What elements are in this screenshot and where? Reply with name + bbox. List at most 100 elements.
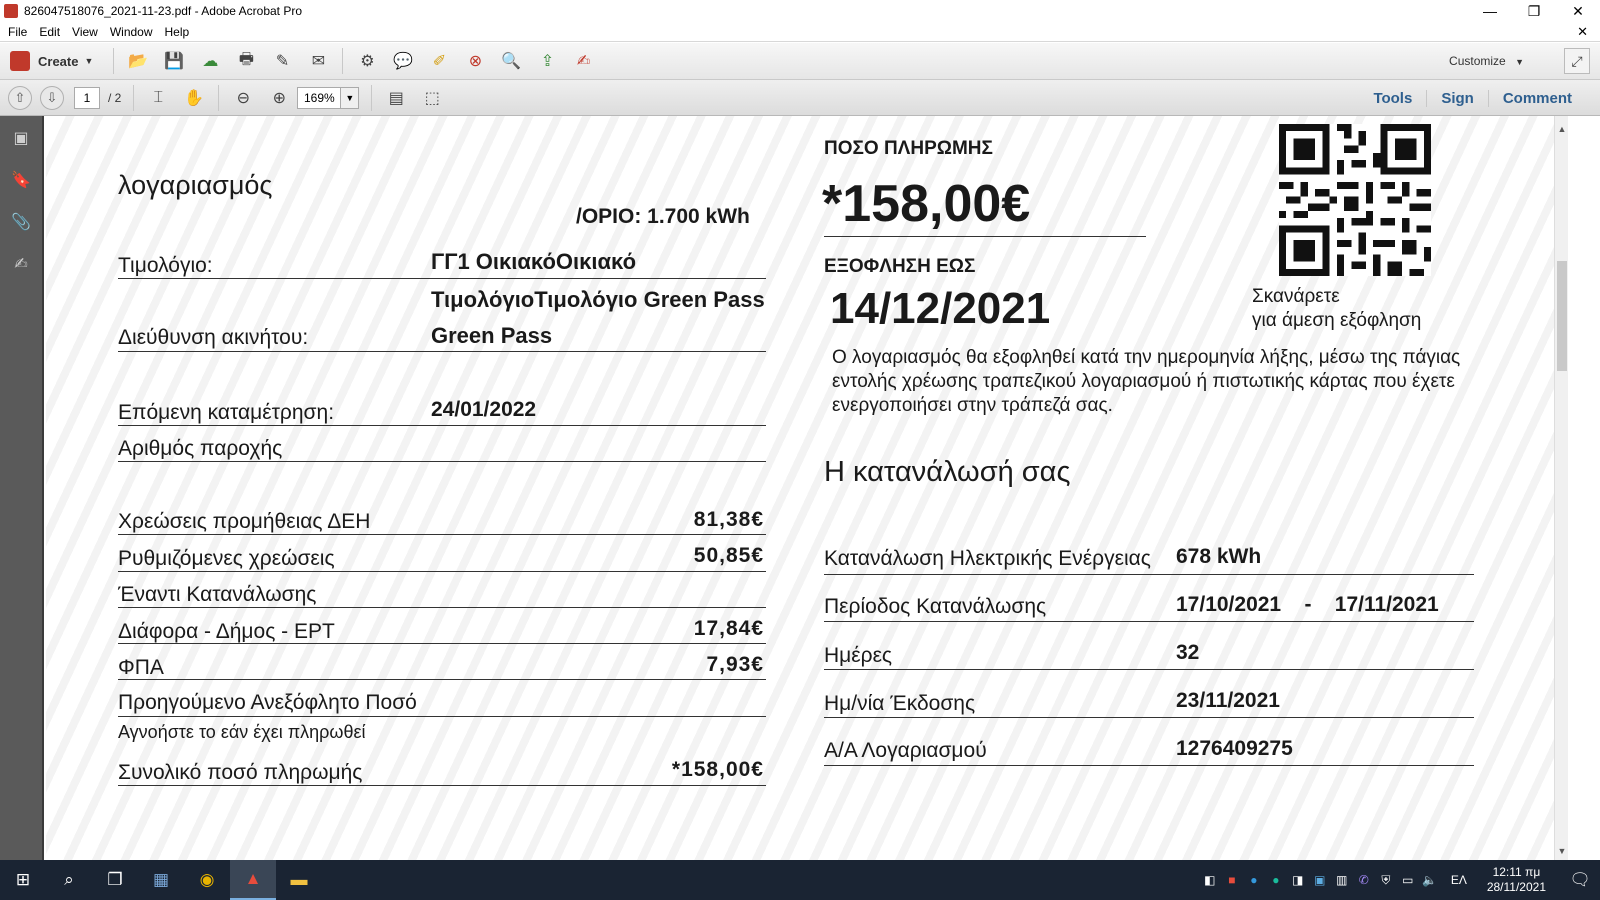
menu-window[interactable]: Window (110, 25, 153, 39)
fullscreen-icon[interactable]: ⤢ (1564, 48, 1590, 74)
zoom-in-icon[interactable]: ⊕ (266, 85, 292, 111)
menu-file[interactable]: File (8, 25, 27, 39)
print-icon[interactable]: 🖶 (233, 48, 259, 74)
chrome-icon[interactable]: ◉ (184, 860, 230, 900)
separator (371, 84, 373, 111)
consumption-value: 1276409275 (1176, 737, 1293, 760)
main-toolbar: Create ▼ 📂 💾 ☁ 🖶 ✎ ✉ ⚙ 💬 ✐ ⊗ 🔍 ⇪ ✍ Custo… (0, 43, 1600, 80)
customize-dropdown[interactable]: Customize ▼ (1449, 54, 1524, 68)
settings-icon[interactable]: ⚙ (354, 48, 380, 74)
bill-title: λογαριασμός (118, 170, 273, 200)
scroll-up-icon[interactable]: ▲ (1555, 124, 1569, 134)
window-controls: — ❐ ✕ (1468, 0, 1600, 22)
calculator-icon[interactable]: ▦ (138, 860, 184, 900)
consumption-label: Α/Α Λογαριασμού (824, 739, 987, 762)
select-cursor-icon[interactable]: ⌶ (145, 85, 171, 111)
consumption-value: 678 kWh (1176, 545, 1262, 568)
highlight-icon[interactable]: ✐ (426, 48, 452, 74)
tray-app-icon[interactable]: ● (1265, 873, 1287, 887)
viber-icon[interactable]: ✆ (1353, 873, 1375, 887)
payment-qr-code[interactable] (1278, 124, 1432, 276)
charge-label: Ρυθμιζόμενες χρεώσεις (118, 547, 335, 570)
divider (118, 278, 766, 279)
close-document-icon[interactable]: ✕ (1577, 24, 1588, 40)
email-icon[interactable]: ✉ (305, 48, 331, 74)
vertical-scrollbar[interactable]: ▲ ▼ (1554, 116, 1568, 860)
scrollbar-thumb[interactable] (1557, 261, 1567, 371)
separator (218, 84, 220, 111)
minimize-button[interactable]: — (1468, 0, 1512, 22)
zoom-input[interactable]: 169% (297, 86, 342, 109)
navigation-toolbar: ⇧ ⇩ 1 / 2 ⌶ ✋ ⊖ ⊕ 169% ▼ ▤ ⬚ Tools Sign … (0, 80, 1600, 116)
search-document-icon[interactable]: 🔍 (498, 48, 524, 74)
divider (118, 607, 766, 608)
search-icon[interactable]: ⌕ (46, 860, 92, 900)
tray-app-icon[interactable]: ◨ (1287, 873, 1309, 887)
bookmarks-icon[interactable]: 🔖 (10, 170, 32, 192)
notifications-icon[interactable]: 🗨 (1560, 860, 1600, 900)
comment-bubble-icon[interactable]: 💬 (390, 48, 416, 74)
hand-tool-icon[interactable]: ✋ (181, 85, 207, 111)
tray-app-icon[interactable]: ▣ (1309, 873, 1331, 887)
consumption-label: Περίοδος Κατανάλωσης (824, 595, 1047, 618)
comment-link[interactable]: Comment (1487, 89, 1586, 107)
restore-button[interactable]: ❐ (1512, 0, 1556, 22)
charge-label: Χρεώσεις προμήθειας ΔΕΗ (118, 510, 371, 533)
zoom-dropdown-icon[interactable]: ▼ (341, 86, 360, 109)
menu-help[interactable]: Help (165, 25, 190, 39)
address-label: Διεύθυνση ακινήτου: (118, 326, 309, 349)
edit-icon[interactable]: ✎ (269, 48, 295, 74)
tray-app-icon[interactable]: ■ (1221, 873, 1243, 887)
acrobat-taskbar-icon[interactable]: ▲ (230, 860, 276, 900)
attachments-icon[interactable]: 📎 (10, 212, 32, 234)
charge-label: Προηγούμενο Ανεξόφλητο Ποσό (118, 691, 417, 714)
tray-app-icon[interactable]: ▥ (1331, 873, 1353, 887)
fit-page-icon[interactable]: ▤ (383, 85, 409, 111)
payment-amount-label: ΠΟΣΟ ΠΛΗΡΩΜΗΣ (824, 138, 993, 159)
task-view-icon[interactable]: ❐ (92, 860, 138, 900)
security-shield-icon[interactable]: ⛨ (1375, 873, 1397, 888)
due-date-value: 14/12/2021 (830, 284, 1051, 333)
divider (824, 669, 1474, 670)
tray-app-icon[interactable]: ◧ (1199, 873, 1221, 887)
previous-page-icon[interactable]: ⇧ (8, 85, 32, 110)
signatures-icon[interactable]: ✍ (10, 254, 32, 276)
page-number-input[interactable]: 1 (74, 86, 100, 109)
start-button-icon[interactable]: ⊞ (0, 860, 46, 900)
scroll-down-icon[interactable]: ▼ (1555, 846, 1569, 856)
create-button[interactable]: Create ▼ (10, 51, 93, 71)
cloud-upload-icon[interactable]: ☁ (197, 48, 223, 74)
sign-link[interactable]: Sign (1426, 89, 1488, 107)
clock[interactable]: 12:11 πμ 28/11/2021 (1487, 865, 1546, 895)
next-page-icon[interactable]: ⇩ (40, 85, 64, 110)
address-value: Green Pass (431, 323, 553, 348)
menu-edit[interactable]: Edit (39, 25, 60, 39)
open-folder-icon[interactable]: 📂 (125, 48, 151, 74)
document-view[interactable]: λογαριασμός /ΟΡΙΟ: 1.700 kWh Τιμολόγιο: … (46, 116, 1554, 860)
create-pdf-icon (10, 51, 30, 71)
tools-link[interactable]: Tools (1359, 90, 1426, 107)
charge-value: 7,93€ (706, 653, 764, 676)
sign-document-icon[interactable]: ✍ (570, 48, 596, 74)
zoom-out-icon[interactable]: ⊖ (230, 85, 256, 111)
customize-label: Customize (1449, 54, 1506, 68)
fit-width-icon[interactable]: ⬚ (419, 85, 445, 111)
tray-app-icon[interactable]: ● (1243, 873, 1265, 887)
network-icon[interactable]: ▭ (1397, 873, 1419, 887)
divider (824, 621, 1474, 622)
close-button[interactable]: ✕ (1556, 0, 1600, 22)
divider (824, 717, 1474, 718)
delete-page-icon[interactable]: ⊗ (462, 48, 488, 74)
volume-icon[interactable]: 🔈 (1419, 873, 1441, 887)
file-explorer-icon[interactable]: ▬ (276, 860, 322, 900)
language-indicator[interactable]: ΕΛ (1441, 873, 1477, 887)
export-icon[interactable]: ⇪ (534, 48, 560, 74)
page-total: / 2 (108, 90, 122, 105)
payment-amount-value: *158,00€ (822, 175, 1031, 233)
save-icon[interactable]: 💾 (161, 48, 187, 74)
page-thumbnails-icon[interactable]: ▣ (10, 128, 32, 150)
next-reading-label: Επόμενη καταμέτρηση: (118, 401, 335, 424)
navigation-panel: ▣ 🔖 📎 ✍ (0, 116, 44, 860)
menu-view[interactable]: View (72, 25, 98, 39)
separator (133, 84, 135, 111)
